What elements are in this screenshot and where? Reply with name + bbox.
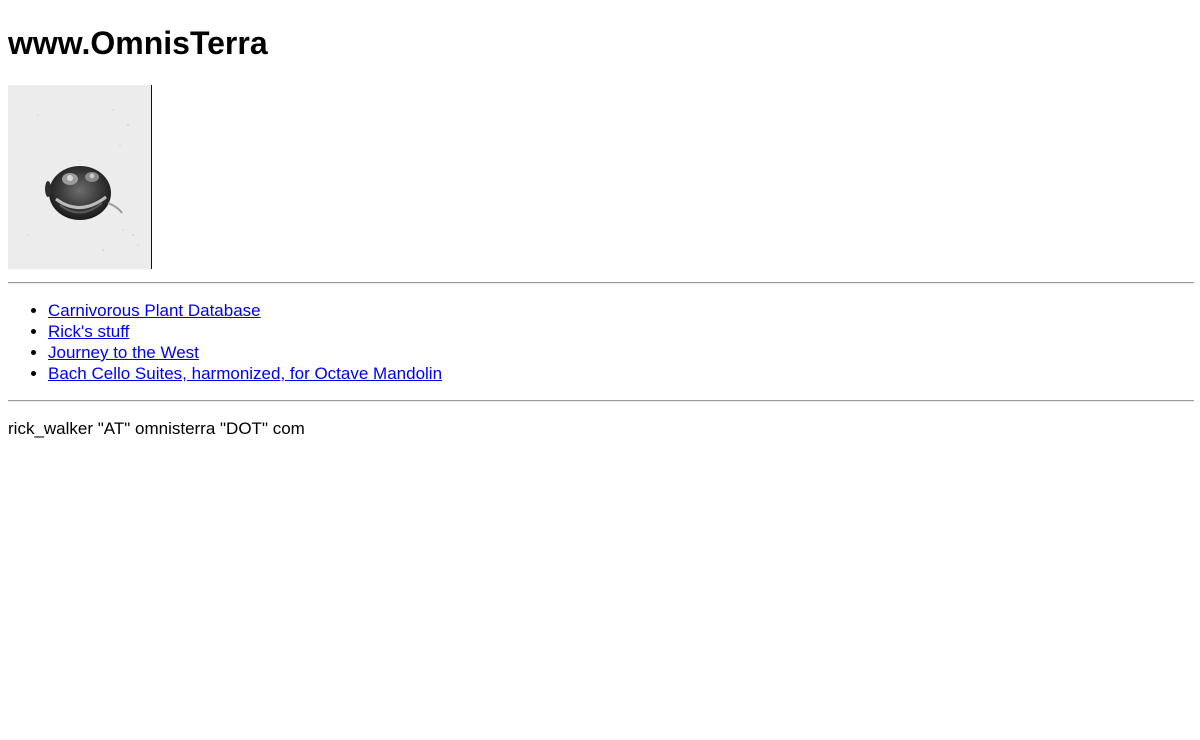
list-item: Journey to the West xyxy=(48,342,442,363)
frog-face-image xyxy=(8,85,152,269)
top-divider xyxy=(8,282,1194,284)
link-ricks-stuff[interactable]: Rick's stuff xyxy=(48,322,129,341)
bottom-divider xyxy=(8,400,1194,402)
list-item: Bach Cello Suites, harmonized, for Octav… xyxy=(48,363,442,384)
contact-email-text: rick_walker "AT" omnisterra "DOT" com xyxy=(8,419,305,438)
page-title: www.OmnisTerra xyxy=(8,25,268,61)
link-carnivorous-plant-database[interactable]: Carnivorous Plant Database xyxy=(48,301,261,320)
list-item: Carnivorous Plant Database xyxy=(48,300,442,321)
nav-link-list: Carnivorous Plant Database Rick's stuff … xyxy=(8,300,442,384)
list-item: Rick's stuff xyxy=(48,321,442,342)
link-journey-to-the-west[interactable]: Journey to the West xyxy=(48,343,199,362)
link-bach-cello-suites[interactable]: Bach Cello Suites, harmonized, for Octav… xyxy=(48,364,442,383)
